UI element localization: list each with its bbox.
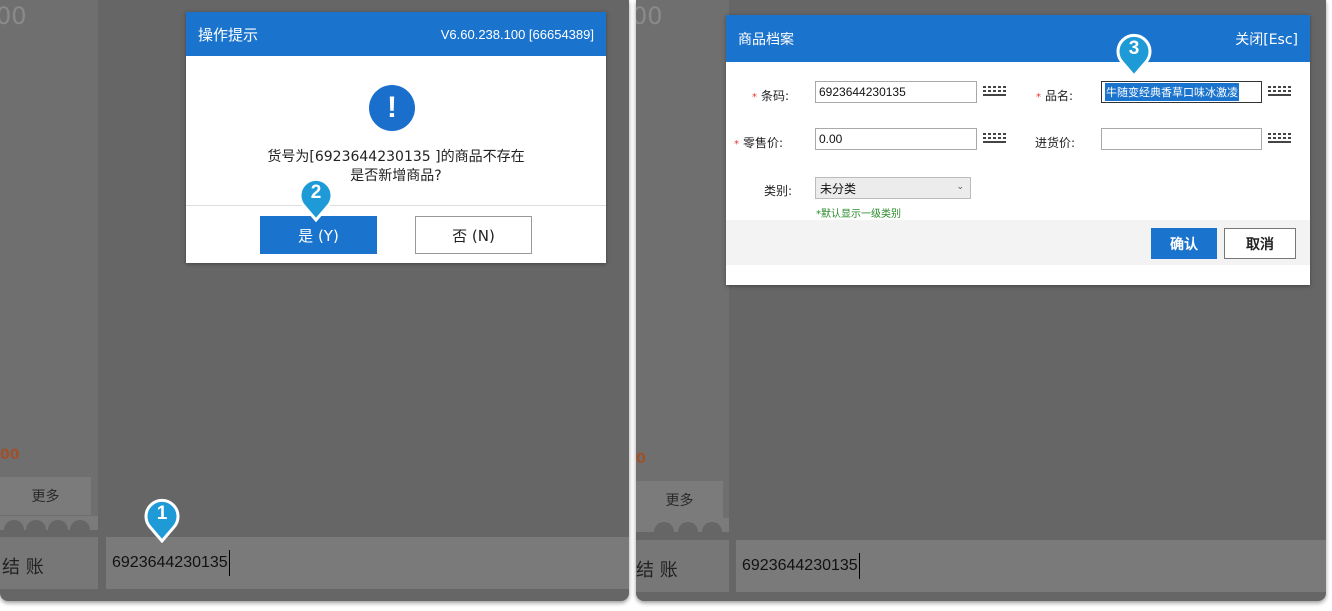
more-button[interactable]: 更多	[636, 481, 723, 519]
dialog-title: 操作提示	[198, 25, 259, 44]
barcode-label: * 条码:	[752, 89, 790, 103]
sidebar-amount: 0	[636, 451, 646, 467]
cancel-button[interactable]: 取消	[1224, 228, 1296, 259]
checkout-button[interactable]: 结 账	[636, 556, 678, 582]
close-button[interactable]: 关闭[Esc]	[1235, 29, 1298, 49]
text-caret	[228, 550, 230, 576]
scallop-dot	[702, 522, 722, 542]
dialog-title: 商品档案	[738, 31, 794, 48]
scallop-dot	[678, 522, 698, 542]
category-label: 类别:	[764, 184, 793, 198]
category-select[interactable]: 未分类 ⌄	[815, 177, 971, 199]
keyboard-icon[interactable]	[1266, 130, 1296, 148]
category-hint: *默认显示一级类别	[816, 209, 901, 220]
divider	[186, 205, 606, 206]
message-line2: 是否新增商品?	[350, 168, 442, 184]
dialog-header: 商品档案 关闭[Esc]	[726, 15, 1310, 62]
operation-prompt-dialog: 操作提示 V6.60.238.100 [66654389] ! 货号为[6923…	[186, 12, 606, 263]
version-label: V6.60.238.100 [66654389]	[440, 26, 594, 42]
barcode-input[interactable]: 6923644230135	[106, 537, 629, 589]
confirm-button[interactable]: 确认	[1151, 228, 1217, 259]
dialog-header: 操作提示 V6.60.238.100 [66654389]	[186, 12, 606, 56]
purchase-price-field[interactable]	[1101, 128, 1262, 150]
right-screen: 00 0 更多 结 账 6923644230135 商品档案 关闭[Esc] *…	[636, 0, 1326, 601]
left-screen: 00 00 更多 结 账 6923644230135 操作提示 V6.60.23…	[0, 0, 629, 601]
dialog-footer	[726, 220, 1310, 265]
sidebar-top-value: 00	[0, 2, 27, 30]
name-field-value: 牛随变经典香草口味冰激凌	[1105, 83, 1239, 101]
barcode-input-value: 6923644230135	[112, 554, 228, 571]
keyboard-icon[interactable]	[1266, 83, 1296, 101]
sidebar: 00 0 更多	[636, 0, 729, 542]
barcode-field[interactable]: 6923644230135	[815, 81, 977, 103]
keyboard-icon[interactable]	[981, 83, 1011, 101]
retail-price-field[interactable]: 0.00	[815, 128, 977, 150]
category-select-value: 未分类	[820, 181, 857, 196]
keyboard-icon[interactable]	[981, 130, 1011, 148]
sidebar-amount: 00	[0, 447, 20, 463]
chevron-down-icon: ⌄	[956, 182, 964, 192]
scallop-dot	[654, 522, 674, 542]
checkout-button[interactable]: 结 账	[2, 553, 44, 579]
exclamation-icon: !	[369, 85, 415, 131]
sidebar-top-value: 00	[636, 2, 663, 30]
text-caret	[858, 553, 860, 579]
barcode-input-value: 6923644230135	[742, 557, 858, 574]
message-line1: 货号为[6923644230135 ]的商品不存在	[267, 149, 525, 165]
name-field[interactable]: 牛随变经典香草口味冰激凌	[1101, 81, 1262, 103]
barcode-input[interactable]: 6923644230135	[736, 540, 1326, 592]
product-archive-dialog: 商品档案 关闭[Esc] * 条码: 6923644230135 * 品名: 牛随变…	[726, 15, 1310, 285]
step-marker-3: 3	[1114, 32, 1154, 78]
more-button[interactable]: 更多	[0, 477, 91, 515]
no-button[interactable]: 否 (N)	[415, 216, 532, 254]
sidebar: 00 00 更多	[0, 0, 98, 540]
retail-price-label: * 零售价:	[734, 136, 784, 150]
step-marker-2: 2	[296, 176, 336, 222]
purchase-price-label: 进货价:	[1035, 136, 1076, 150]
step-marker-1: 1	[142, 497, 182, 543]
name-label: * 品名:	[1036, 89, 1074, 103]
